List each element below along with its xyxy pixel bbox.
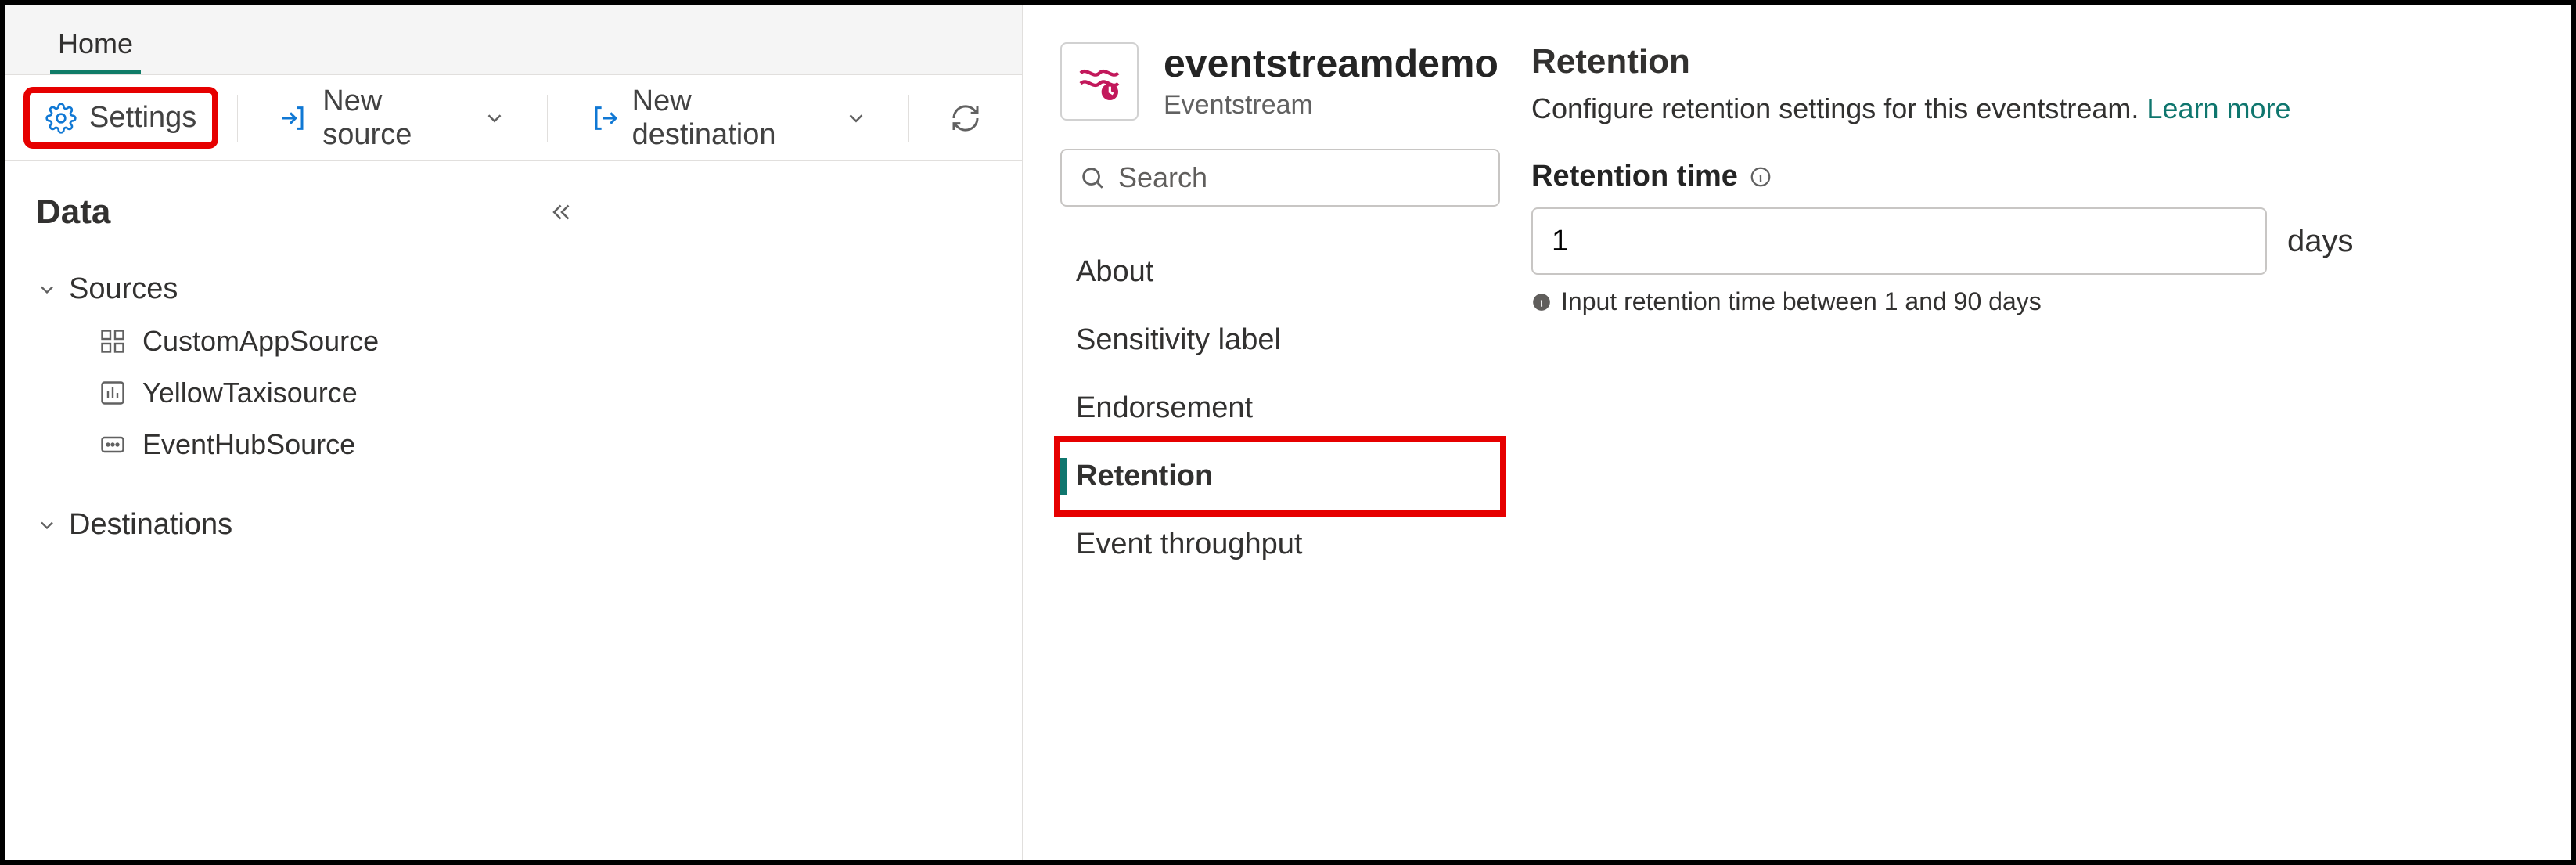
sources-section-header[interactable]: Sources <box>36 263 599 315</box>
nav-retention[interactable]: Retention <box>1060 442 1500 510</box>
settings-panel: eventstreamdemo Eventstream About Sensit… <box>1022 5 2571 860</box>
info-icon[interactable] <box>1749 165 1772 189</box>
entity-subtitle: Eventstream <box>1164 90 1498 121</box>
source-item-label: CustomAppSource <box>142 325 379 358</box>
chevron-down-icon <box>36 279 58 301</box>
arrow-into-bracket-icon <box>279 103 310 134</box>
search-icon <box>1079 164 1106 191</box>
tab-bar: Home <box>5 5 1022 75</box>
source-item[interactable]: YellowTaxisource <box>36 367 599 419</box>
retention-hint: Input retention time between 1 and 90 da… <box>1531 287 2524 316</box>
new-destination-label: New destination <box>632 85 832 152</box>
toolbar-separator <box>908 95 909 142</box>
learn-more-link[interactable]: Learn more <box>2146 92 2290 124</box>
entity-title: eventstreamdemo <box>1164 42 1498 85</box>
refresh-icon <box>950 103 981 134</box>
custom-app-icon <box>99 327 127 355</box>
collapse-icon[interactable] <box>549 199 575 225</box>
destinations-section-header[interactable]: Destinations <box>36 499 599 551</box>
chevron-down-icon <box>844 106 868 130</box>
canvas-area[interactable] <box>599 161 1022 860</box>
source-item[interactable]: EventHubSource <box>36 419 599 470</box>
settings-search-input[interactable] <box>1118 161 1482 194</box>
section-title: Retention <box>1531 42 2524 81</box>
sources-label: Sources <box>69 272 178 306</box>
eventstream-icon <box>1060 42 1139 121</box>
info-solid-icon <box>1531 292 1552 312</box>
data-sidebar: Data Sources CustomAppSource YellowTaxis <box>5 161 599 860</box>
settings-search[interactable] <box>1060 149 1500 207</box>
section-description: Configure retention settings for this ev… <box>1531 92 2524 125</box>
entity-header: eventstreamdemo Eventstream <box>1060 42 1500 121</box>
new-destination-button[interactable]: New destination <box>571 75 885 161</box>
arrow-out-bracket-icon <box>588 103 620 134</box>
retention-unit: days <box>2287 224 2354 259</box>
destinations-label: Destinations <box>69 508 232 542</box>
toolbar-separator <box>237 95 238 142</box>
nav-endorsement[interactable]: Endorsement <box>1060 374 1500 442</box>
settings-label: Settings <box>89 101 196 135</box>
sample-data-icon <box>99 379 127 407</box>
nav-throughput[interactable]: Event throughput <box>1060 510 1500 578</box>
source-item-label: YellowTaxisource <box>142 377 358 409</box>
chevron-down-icon <box>36 514 58 536</box>
source-item[interactable]: CustomAppSource <box>36 315 599 367</box>
chevron-down-icon <box>483 106 506 130</box>
settings-button[interactable]: Settings <box>28 92 214 144</box>
eventhub-icon <box>99 431 127 459</box>
new-source-button[interactable]: New source <box>261 75 523 161</box>
refresh-button[interactable] <box>933 93 998 143</box>
gear-icon <box>45 103 77 134</box>
source-item-label: EventHubSource <box>142 428 355 461</box>
toolbar: Settings New source New destination <box>5 75 1022 161</box>
new-source-label: New source <box>322 85 470 152</box>
toolbar-separator <box>547 95 548 142</box>
nav-sensitivity[interactable]: Sensitivity label <box>1060 306 1500 374</box>
tab-home[interactable]: Home <box>36 12 155 74</box>
retention-time-input[interactable] <box>1531 207 2267 275</box>
retention-time-label: Retention time <box>1531 160 2524 193</box>
sidebar-title: Data <box>36 193 110 232</box>
nav-about[interactable]: About <box>1060 238 1500 306</box>
